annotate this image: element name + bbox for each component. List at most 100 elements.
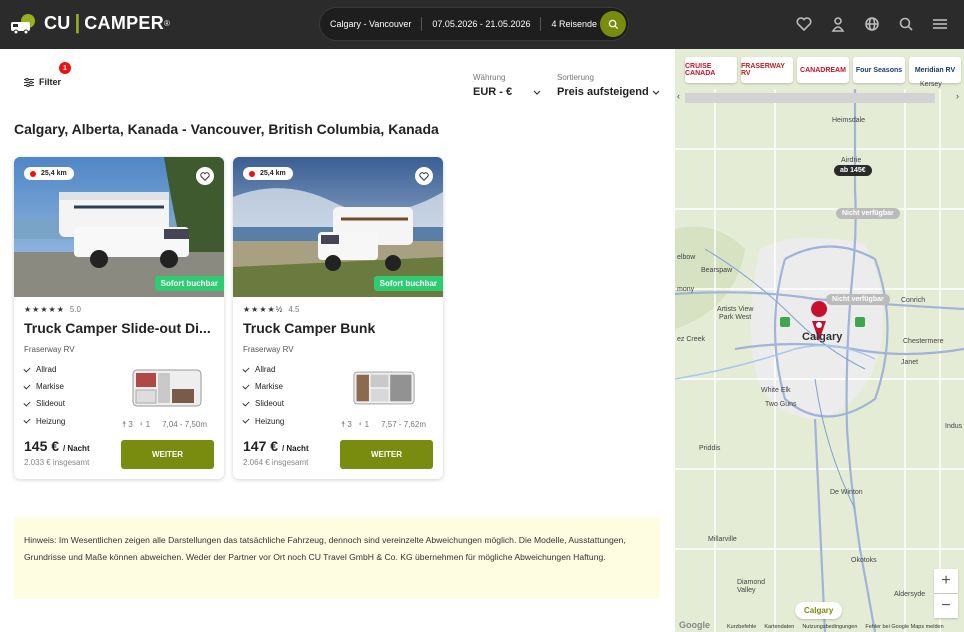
partner-brand-strip: CRUISE CANADA FRASERWAY RV CANADREAM Fou… — [685, 57, 961, 83]
favorite-button[interactable] — [196, 167, 214, 185]
cu-camper-logo[interactable]: CU | CAMPER ® — [10, 12, 170, 35]
attribution-link[interactable]: Fehler bei Google Maps melden — [865, 624, 943, 630]
logo-separator: | — [74, 12, 81, 34]
map-label-white-elk: White Elk — [761, 387, 791, 394]
vehicle-card[interactable]: 25,4 km Sofort buchbar ★★★★½ 4.5 Truck C… — [233, 157, 443, 479]
map-label-millarville: Millarville — [708, 536, 737, 543]
map-label-aldersyde: Aldersyde — [894, 591, 926, 598]
feature-item: Allrad — [243, 365, 284, 374]
map-label-elbow: elbow — [677, 254, 696, 261]
location-dot-icon — [30, 170, 36, 177]
map-label-kersey: Kersey — [920, 81, 942, 88]
search-summary-bar[interactable]: Calgary - Vancouver 07.05.2026 - 21.05.2… — [320, 8, 628, 40]
feature-list: Allrad Markise Slideout Heizung — [24, 365, 65, 434]
distance-badge: 25,4 km — [243, 167, 293, 180]
person-icon: ☨ — [122, 419, 127, 429]
map-label-priddis: Priddis — [699, 445, 721, 452]
vehicle-specs: ☨ 3 ⍖ 1 7,04 - 7,50m — [122, 419, 207, 429]
rating: ★★★★★ 5.0 — [24, 305, 81, 314]
beds-value: 1 — [145, 419, 151, 429]
brand-logo[interactable]: Meridian RV — [909, 57, 961, 83]
sort-select[interactable]: Sortierung Preis aufsteigend — [557, 73, 660, 98]
sort-label: Sortierung — [557, 73, 594, 82]
filter-count-badge: 1 — [59, 62, 71, 74]
map-label-harmony: mony — [677, 286, 695, 293]
map-panel[interactable]: CRUISE CANADA FRASERWAY RV CANADREAM Fou… — [675, 49, 964, 632]
attribution-link[interactable]: Nutzungsbedingungen — [802, 624, 857, 630]
chevron-right-icon[interactable]: › — [956, 91, 959, 101]
search-travelers[interactable]: 4 Reisende — [541, 19, 607, 29]
search-route[interactable]: Calgary - Vancouver — [320, 19, 421, 29]
search-submit-button[interactable] — [600, 11, 626, 37]
search-icon[interactable] — [896, 14, 916, 34]
search-dates[interactable]: 07.05.2026 - 21.05.2026 — [422, 19, 540, 29]
chevron-down-icon — [533, 90, 541, 95]
top-navigation-bar: CU | CAMPER ® Calgary - Vancouver 07.05.… — [0, 0, 964, 49]
location-dot-icon — [249, 170, 255, 177]
attribution-link[interactable]: Kartendaten — [764, 624, 794, 630]
length-value: 7,57 - 7,62m — [381, 419, 426, 429]
page-title: Calgary, Alberta, Kanada - Vancouver, Br… — [14, 121, 439, 137]
attribution-link[interactable]: Kurzbefehle — [727, 624, 756, 630]
feature-item: Markise — [24, 382, 65, 391]
logo-text-camper: CAMPER — [84, 13, 165, 33]
map-label-heimsdale: Heimsdale — [832, 117, 866, 124]
map-label-de-winton: De Winton — [830, 489, 863, 496]
distance-value: 25,4 km — [41, 170, 67, 177]
price-value: 145 € — [24, 438, 60, 454]
price-unit: / Nacht — [281, 444, 309, 453]
currency-select[interactable]: Währung EUR - € — [473, 73, 541, 98]
sleeps-value: 3 — [128, 419, 133, 429]
vehicle-partner: Fraserway RV — [243, 345, 294, 354]
brand-logo[interactable]: CRUISE CANADA — [685, 57, 737, 83]
feature-item: Slideout — [24, 399, 65, 408]
favorite-button[interactable] — [415, 167, 433, 185]
distance-value: 25,4 km — [260, 170, 286, 177]
map-label-two-guns: Two Guns — [765, 401, 797, 408]
map-unavailable-marker[interactable]: Nicht verfügbar — [836, 208, 900, 219]
continue-button[interactable]: WEITER — [340, 440, 433, 469]
vehicle-title[interactable]: Truck Camper Bunk — [243, 320, 433, 336]
map-city-button[interactable]: Calgary — [795, 602, 843, 619]
rating-value: 4.5 — [288, 305, 300, 314]
map-label-bearspaw: Bearspaw — [701, 267, 733, 274]
price-unit: / Nacht — [62, 444, 90, 453]
brand-logo[interactable]: CANADREAM — [797, 57, 849, 83]
total-price: 2.064 € insgesamt — [243, 458, 309, 467]
continue-button[interactable]: WEITER — [121, 440, 214, 469]
user-icon[interactable] — [828, 14, 848, 34]
price-per-night: 147 € / Nacht — [243, 438, 309, 454]
search-icon — [608, 19, 618, 29]
map-label-indus: Indus — [945, 423, 963, 430]
feature-list: Allrad Markise Slideout Heizung — [243, 365, 284, 434]
globe-icon[interactable] — [862, 14, 882, 34]
brand-logo[interactable]: FRASERWAY RV — [741, 57, 793, 83]
heart-icon[interactable] — [794, 14, 814, 34]
total-price: 2.033 € insgesamt — [24, 458, 90, 467]
zoom-out-button[interactable]: − — [934, 594, 958, 618]
vehicle-title[interactable]: Truck Camper Slide-out Di... — [24, 320, 214, 336]
sort-value: Preis aufsteigend — [557, 86, 649, 98]
map-label-creek: ez Creek — [677, 336, 706, 343]
vehicle-photo[interactable]: 25,4 km Sofort buchbar — [14, 157, 224, 297]
feature-item: Markise — [243, 382, 284, 391]
filter-button[interactable]: Filter 1 — [24, 62, 71, 87]
results-pane: Filter 1 Währung EUR - € Sortierung Prei… — [0, 49, 675, 632]
map-label-calgary: Calgary — [802, 331, 843, 343]
brand-logo[interactable]: Four Seasons — [853, 57, 905, 83]
feature-item: Allrad — [24, 365, 65, 374]
vehicle-photo[interactable]: 25,4 km Sofort buchbar — [233, 157, 443, 297]
instant-booking-badge: Sofort buchbar — [373, 276, 443, 291]
price-per-night: 145 € / Nacht — [24, 438, 90, 454]
chevron-left-icon[interactable]: ‹ — [677, 91, 680, 101]
map-unavailable-marker[interactable]: Nicht verfügbar — [826, 294, 890, 305]
menu-icon[interactable] — [930, 14, 950, 34]
instant-booking-badge: Sofort buchbar — [154, 276, 224, 291]
map-price-marker[interactable]: ab 145€ — [834, 165, 872, 176]
header-icon-group — [794, 14, 950, 34]
vehicle-card[interactable]: 25,4 km Sofort buchbar ★★★★★ 5.0 Truck C… — [14, 157, 224, 479]
person-icon: ☨ — [341, 419, 346, 429]
floorplan-image — [132, 369, 202, 407]
zoom-in-button[interactable]: + — [934, 569, 958, 593]
vehicle-partner: Fraserway RV — [24, 345, 75, 354]
